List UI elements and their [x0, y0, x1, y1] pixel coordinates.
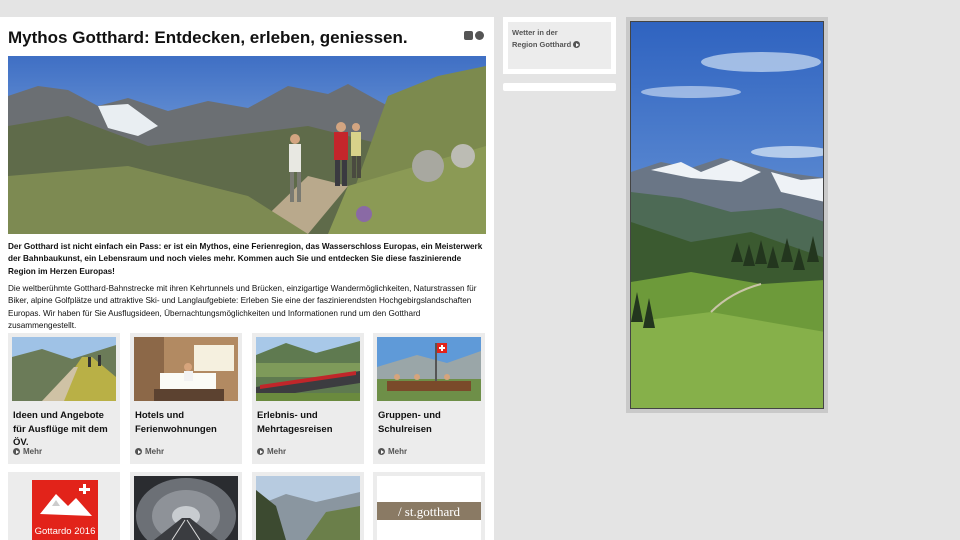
arrow-circle-icon — [378, 448, 385, 455]
tile-title[interactable]: Gruppen- und Schulreisen — [378, 409, 482, 436]
more-link[interactable]: Mehr — [257, 447, 286, 456]
tile-title[interactable]: Erlebnis- und Mehrtagesreisen — [257, 409, 361, 436]
hero-image-hikers — [8, 56, 486, 234]
more-link[interactable]: Mehr — [13, 447, 42, 456]
advertisement-banner[interactable] — [626, 17, 828, 413]
tile-gottardo-2016[interactable]: Gottardo 2016 — [8, 472, 120, 540]
tile-image-hotels — [134, 337, 238, 401]
arrow-circle-icon — [13, 448, 20, 455]
tile-image-group — [377, 337, 481, 401]
more-link[interactable]: Mehr — [378, 447, 407, 456]
tile-title[interactable]: Ideen und Angebote für Ausflüge mit dem … — [13, 409, 117, 450]
tile-tunnel[interactable] — [130, 472, 242, 540]
tile-ausfluege[interactable]: Ideen und Angebote für Ausflüge mit dem … — [8, 333, 120, 464]
tile-image-st-gotthard-logo: / st.gotthard — [377, 476, 481, 540]
page-title: Mythos Gotthard: Entdecken, erleben, gen… — [8, 28, 408, 47]
st-gotthard-label: / st.gotthard — [398, 504, 461, 519]
title-actions — [464, 31, 484, 40]
lead-paragraph: Der Gotthard ist nicht einfach ein Pass:… — [8, 242, 483, 276]
tile-landscape[interactable] — [252, 472, 364, 540]
tile-hotels[interactable]: Hotels und Ferienwohnungen Mehr — [130, 333, 242, 464]
tile-image-tunnel — [134, 476, 238, 540]
tile-image-train — [256, 337, 360, 401]
arrow-circle-icon — [573, 41, 581, 48]
body-paragraph: Die weltberühmte Gotthard-Bahnstrecke mi… — [8, 284, 477, 330]
comment-icon[interactable] — [464, 31, 473, 40]
tile-st-gotthard[interactable]: / st.gotthard — [373, 472, 485, 540]
gottardo-label: Gottardo 2016 — [35, 526, 96, 537]
tile-gruppenreisen[interactable]: Gruppen- und Schulreisen Mehr — [373, 333, 485, 464]
weather-link[interactable]: Wetter in der Region Gotthard — [512, 27, 602, 51]
tile-title[interactable]: Hotels und Ferienwohnungen — [135, 409, 239, 436]
weather-box[interactable]: Wetter in der Region Gotthard — [503, 17, 616, 74]
sidebar-placeholder-bar — [503, 83, 616, 91]
share-icon[interactable] — [475, 31, 484, 40]
tile-image-valley — [256, 476, 360, 540]
tile-erlebnisreisen[interactable]: Erlebnis- und Mehrtagesreisen Mehr — [252, 333, 364, 464]
tile-image-gottardo-logo: Gottardo 2016 — [12, 476, 116, 540]
arrow-circle-icon — [257, 448, 264, 455]
ad-image-alpine-meadow — [630, 21, 824, 409]
arrow-circle-icon — [135, 448, 142, 455]
tile-image-ausfluege — [12, 337, 116, 401]
more-link[interactable]: Mehr — [135, 447, 164, 456]
